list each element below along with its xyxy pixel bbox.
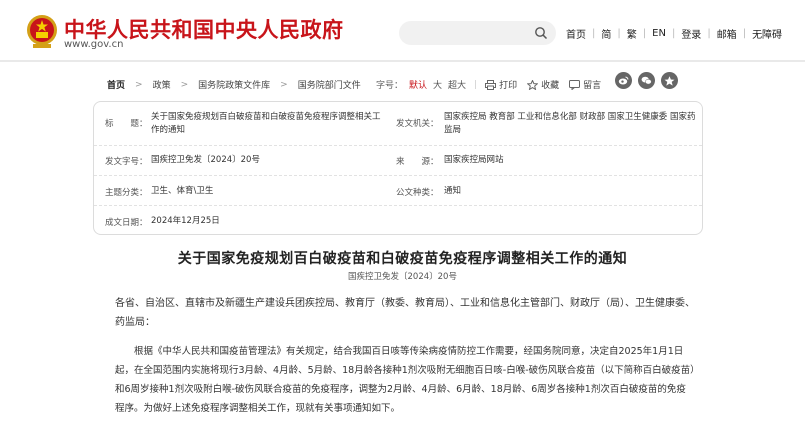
search-icon[interactable]: [534, 26, 548, 40]
docno-value: 国疾控卫免发〔2024〕20号: [151, 155, 260, 165]
breadcrumb-policy[interactable]: 政策: [153, 78, 171, 91]
search-input[interactable]: [399, 21, 556, 45]
print-icon: [485, 79, 497, 90]
breadcrumb-home[interactable]: 首页: [107, 78, 125, 91]
chevron-right-icon: >: [280, 79, 288, 90]
article-paragraph: 根据《中华人民共和国疫苗管理法》有关规定，结合我国百日咳等传染病疫情防控工作需要…: [115, 346, 695, 414]
source-value: 国家疾控局网站: [444, 155, 504, 165]
issuer-key: 发文机关：: [396, 119, 439, 129]
topic-value: 卫生、体育\卫生: [151, 186, 214, 196]
link-simplified[interactable]: 简: [601, 26, 611, 41]
font-size-xlarge[interactable]: 超大: [448, 78, 466, 91]
font-size-default[interactable]: 默认: [409, 78, 427, 91]
link-english[interactable]: EN: [652, 28, 666, 39]
comment-icon: [569, 79, 581, 90]
link-accessibility[interactable]: 无障碍: [752, 26, 782, 41]
chevron-right-icon: >: [180, 79, 189, 90]
link-home[interactable]: 首页: [566, 26, 586, 41]
docno-key: 发文字号：: [105, 157, 148, 167]
print-button[interactable]: 打印: [485, 78, 517, 91]
site-header: 中华人民共和国中央人民政府 www.gov.cn 首页 | 简 | 繁 | EN | 登…: [0, 0, 805, 62]
link-email[interactable]: 邮箱: [717, 26, 737, 41]
font-size-large[interactable]: 大: [433, 78, 442, 91]
doctype-value: 通知: [444, 186, 462, 196]
national-emblem-icon[interactable]: [25, 11, 59, 51]
date-value: 2024年12月25日: [151, 216, 220, 226]
message-button[interactable]: 留言: [569, 78, 601, 91]
issuer-value: 国家疾控局 教育部 工业和信息化部 财政部 国家卫生健康委 国家药监局: [444, 112, 696, 135]
info-row-docno: 发文字号： 国疾控卫免发〔2024〕20号 来 源： 国家疾控局网站: [94, 146, 702, 176]
article-doc-number: 国疾控卫免发〔2024〕20号: [348, 272, 457, 282]
article-recipients: 各省、自治区、直辖市及新疆生产建设兵团疾控局、教育厅（教委、教育局）、工业和信息…: [115, 298, 695, 328]
share-icons: [615, 72, 678, 89]
info-row-title: 标 题： 关于国家免疫规划百白破疫苗和白破疫苗免疫程序调整相关工作的通知 发文机…: [94, 102, 702, 146]
weibo-icon[interactable]: [615, 72, 632, 89]
message-label: 留言: [583, 81, 602, 91]
toolbar: 首页 > 政策 > 国务院政策文件库 > 国务院部门文件 字号： 默认 大 超大…: [93, 72, 705, 95]
chevron-right-icon: >: [135, 79, 143, 90]
date-key: 成文日期：: [105, 218, 148, 228]
favorite-button[interactable]: 收藏: [527, 78, 559, 91]
qzone-icon[interactable]: [661, 72, 678, 89]
breadcrumb: 首页 > 政策 > 国务院政策文件库 > 国务院部门文件: [107, 78, 361, 92]
title-key: 标 题：: [105, 119, 148, 129]
breadcrumb-department-docs[interactable]: 国务院部门文件: [298, 78, 361, 91]
article-title: 关于国家免疫规划百白破疫苗和白破疫苗免疫程序调整相关工作的通知: [177, 251, 628, 267]
favorite-label: 收藏: [541, 81, 560, 91]
site-url: www.gov.cn: [64, 39, 124, 50]
link-traditional[interactable]: 繁: [627, 26, 637, 41]
doctype-key: 公文种类：: [396, 188, 439, 198]
page-tools: 字号： 默认 大 超大 | 打印 收藏 留言: [376, 78, 602, 91]
star-icon: [527, 79, 539, 90]
info-row-date: 成文日期： 2024年12月25日: [94, 206, 702, 236]
source-key: 来 源：: [396, 157, 439, 167]
wechat-icon[interactable]: [638, 72, 655, 89]
topic-key: 主题分类：: [105, 188, 148, 198]
title-value: 关于国家免疫规划百白破疫苗和白破疫苗免疫程序调整相关工作的通知: [151, 112, 381, 135]
breadcrumb-policy-library[interactable]: 国务院政策文件库: [198, 78, 270, 91]
link-login[interactable]: 登录: [681, 26, 701, 41]
top-links: 首页 | 简 | 繁 | EN | 登录 | 邮箱 | 无障碍: [566, 26, 783, 41]
print-label: 打印: [499, 81, 518, 91]
font-size-label: 字号：: [376, 81, 404, 91]
document-info-table: 标 题： 关于国家免疫规划百白破疫苗和白破疫苗免疫程序调整相关工作的通知 发文机…: [93, 101, 703, 235]
info-row-topic: 主题分类： 卫生、体育\卫生 公文种类： 通知: [94, 176, 702, 206]
